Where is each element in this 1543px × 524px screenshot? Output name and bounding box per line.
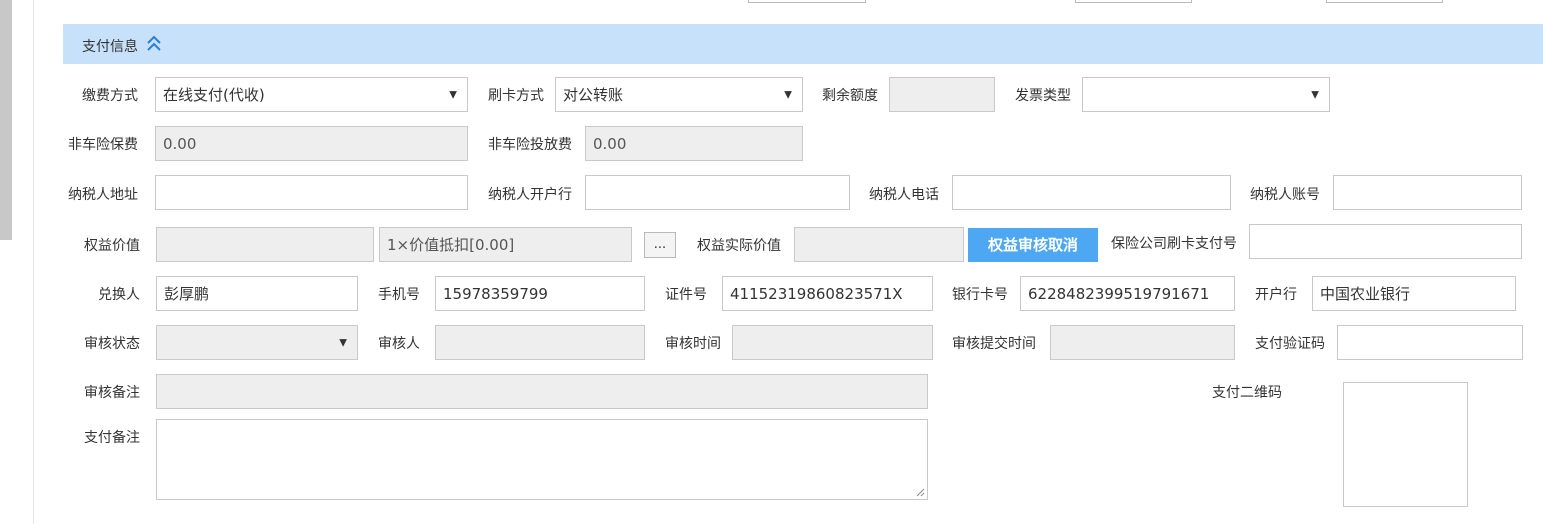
dropdown-arrow-icon: ▼ [449,89,457,100]
non-auto-premium-label: 非车险保费 [68,137,138,153]
equity-select-button[interactable]: ... [644,232,676,258]
payment-method-value: 在线支付(代收) [163,86,265,104]
dropdown-arrow-icon: ▼ [1311,89,1319,100]
review-submit-time-label: 审核提交时间 [952,336,1036,352]
invoice-type-select[interactable]: ▼ [1082,77,1330,112]
card-method-value: 对公转账 [563,86,624,104]
mobile-value: 15978359799 [443,284,548,303]
taxpayer-bank-input[interactable] [585,175,850,210]
pay-code-label: 支付验证码 [1255,336,1325,352]
bank-card-input[interactable]: 6228482399519791671 [1020,276,1235,311]
non-auto-premium-field: 0.00 [155,126,468,161]
bank-card-value: 6228482399519791671 [1028,284,1210,303]
redeemer-input[interactable]: 彭厚鹏 [156,276,358,311]
invoice-type-label: 发票类型 [1015,88,1071,104]
remaining-label: 剩余额度 [822,88,878,104]
pay-remark-label: 支付备注 [84,430,140,446]
taxpayer-phone-label: 纳税人电话 [869,187,939,203]
equity-value-label: 权益价值 [84,238,140,254]
non-auto-deploy-label: 非车险投放费 [488,137,572,153]
id-number-value: 41152319860823571X [730,284,903,303]
non-auto-premium-value: 0.00 [163,134,197,153]
card-method-label: 刷卡方式 [488,88,544,104]
dropdown-arrow-icon: ▼ [339,337,347,348]
equity-deduct-value: 1×价值抵扣[0.00] [387,236,515,254]
mobile-label: 手机号 [378,287,420,303]
reviewer-field [435,325,645,360]
opening-bank-input[interactable]: 中国农业银行 [1312,276,1516,311]
payment-info-header[interactable]: 支付信息 [63,24,1543,64]
equity-value-field [156,227,374,262]
card-method-select[interactable]: 对公转账 ▼ [555,77,803,112]
opening-bank-label: 开户行 [1255,287,1297,303]
review-submit-time-field [1050,325,1235,360]
dropdown-arrow-icon: ▼ [784,89,792,100]
review-status-label: 审核状态 [84,336,140,352]
non-auto-deploy-field: 0.00 [585,126,803,161]
mobile-input[interactable]: 15978359799 [435,276,645,311]
payment-method-label: 缴费方式 [82,88,138,104]
field-fragment [1326,0,1443,3]
equity-actual-field [794,227,964,262]
redeemer-label: 兑换人 [98,287,140,303]
taxpayer-phone-input[interactable] [952,175,1231,210]
pay-qr-code-box [1343,382,1468,507]
id-number-label: 证件号 [665,287,707,303]
taxpayer-address-input[interactable] [155,175,468,210]
equity-deduct-field: 1×价值抵扣[0.00] [379,227,632,262]
pay-remark-textarea[interactable] [156,419,928,500]
pay-code-input[interactable] [1337,325,1523,360]
remaining-field [889,77,995,112]
payment-method-select[interactable]: 在线支付(代收) ▼ [155,77,468,112]
insurer-card-pay-input[interactable] [1249,224,1522,259]
taxpayer-account-label: 纳税人账号 [1250,187,1320,203]
chevron-double-up-icon[interactable] [146,34,162,54]
pay-qr-label: 支付二维码 [1212,385,1282,401]
review-time-label: 审核时间 [665,336,721,352]
resize-handle-icon[interactable] [915,487,925,497]
reviewer-label: 审核人 [378,336,420,352]
equity-actual-label: 权益实际价值 [697,238,781,254]
review-status-select: ▼ [156,325,358,360]
insurer-card-pay-label: 保险公司刷卡支付号 [1111,236,1237,252]
equity-review-cancel-button[interactable]: 权益审核取消 [968,228,1098,262]
content-divider [33,0,34,524]
opening-bank-value: 中国农业银行 [1320,285,1411,303]
review-time-field [732,325,933,360]
review-remark-field [156,374,928,409]
review-remark-label: 审核备注 [84,385,140,401]
field-fragment [748,0,866,3]
taxpayer-bank-label: 纳税人开户行 [488,187,572,203]
page-scrollbar[interactable] [0,0,12,240]
id-number-input[interactable]: 41152319860823571X [722,276,933,311]
taxpayer-account-input[interactable] [1333,175,1522,210]
taxpayer-address-label: 纳税人地址 [68,187,138,203]
redeemer-value: 彭厚鹏 [164,285,210,303]
field-fragment [1075,0,1192,3]
non-auto-deploy-value: 0.00 [593,134,627,153]
bank-card-label: 银行卡号 [952,287,1008,303]
section-title: 支付信息 [82,39,138,55]
